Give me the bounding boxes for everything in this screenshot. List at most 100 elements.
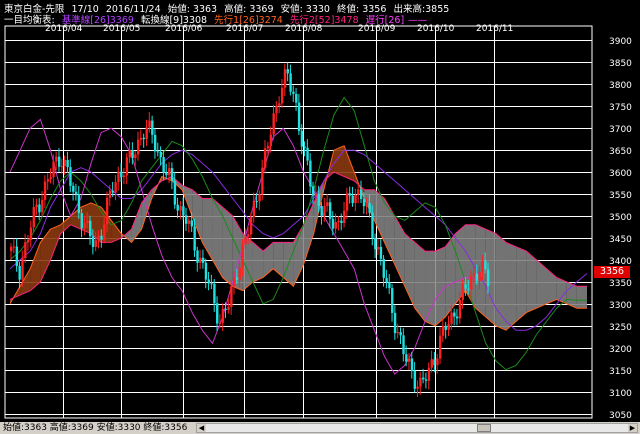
- y-tick-label: 3800: [609, 81, 632, 91]
- indicator-legend: 一目均衡表: 基準線[26]3369 転換線[9]3308 先行1[26]327…: [4, 12, 431, 26]
- candle-up: [105, 197, 109, 225]
- candle-up: [221, 308, 225, 323]
- candle-up: [252, 201, 256, 218]
- candle-up: [32, 207, 35, 228]
- candle-down: [165, 172, 168, 176]
- y-tick-label: 3150: [609, 367, 632, 377]
- candle-up: [266, 145, 270, 149]
- legend-senkou1: 先行1[26]3274: [214, 15, 283, 26]
- candle-down: [340, 220, 343, 224]
- candle-down: [255, 201, 258, 203]
- y-tick-label: 3600: [609, 169, 632, 179]
- candle-down: [111, 190, 115, 193]
- candle-down: [379, 246, 383, 259]
- candle-up: [134, 154, 137, 159]
- candle-down: [405, 354, 408, 362]
- candle-down: [484, 261, 487, 270]
- candle-up: [94, 240, 98, 247]
- candle-down: [487, 269, 490, 286]
- candle-up: [427, 367, 431, 381]
- candle-up: [232, 277, 236, 287]
- kumo-segment: [425, 251, 436, 326]
- candle-up: [247, 234, 250, 238]
- candle-up: [365, 203, 369, 207]
- candle-up: [376, 246, 380, 250]
- candle-up: [24, 242, 27, 259]
- candle-down: [286, 69, 290, 74]
- candle-up: [46, 179, 50, 182]
- candle-up: [52, 161, 55, 178]
- candle-up: [450, 312, 453, 324]
- candle-up: [137, 139, 140, 155]
- candle-down: [131, 150, 134, 159]
- candle-up: [55, 156, 58, 162]
- legend-label: 一目均衡表:: [4, 15, 55, 26]
- candle-down: [320, 205, 323, 216]
- candle-up: [187, 220, 191, 224]
- candle-down: [289, 73, 292, 92]
- candle-up: [258, 194, 261, 202]
- candle-up: [244, 237, 247, 245]
- y-tick-label: 3100: [609, 389, 632, 399]
- kumo-segment: [273, 242, 284, 278]
- candle-down: [162, 157, 165, 173]
- kumo-segment: [171, 176, 183, 190]
- candle-up: [238, 267, 242, 280]
- candle-up: [261, 167, 264, 195]
- candle-up: [125, 157, 129, 176]
- candle-down: [453, 312, 456, 317]
- candle-up: [269, 134, 273, 146]
- legend-chikou-line: ——: [408, 15, 428, 26]
- y-tick-label: 3700: [609, 125, 632, 135]
- candle-down: [303, 146, 306, 148]
- candle-up: [41, 199, 44, 213]
- kumo-segment: [516, 246, 527, 322]
- candle-down: [216, 303, 219, 324]
- candle-down: [309, 160, 312, 187]
- candle-up: [326, 202, 329, 206]
- candle-down: [295, 93, 298, 103]
- candle-down: [18, 266, 21, 280]
- kumo-segment: [40, 229, 51, 282]
- y-tick-label: 3050: [609, 411, 632, 421]
- ichimoku-chart[interactable]: 3050310031503200325033003350340034503500…: [0, 0, 640, 422]
- candle-down: [201, 257, 205, 263]
- candle-down: [213, 283, 216, 304]
- candle-up: [114, 182, 117, 193]
- y-tick-label: 3650: [609, 147, 632, 157]
- candle-up: [419, 377, 422, 387]
- candle-down: [204, 262, 208, 280]
- candle-down: [210, 283, 213, 285]
- candle-down: [312, 186, 315, 196]
- y-tick-label: 3850: [609, 59, 632, 69]
- candle-up: [230, 286, 233, 307]
- candle-up: [407, 358, 411, 362]
- candle-down: [317, 193, 321, 206]
- y-tick-label: 3500: [609, 213, 632, 223]
- candle-up: [441, 325, 445, 336]
- horizontal-scrollbar[interactable]: ◀ ▶: [196, 423, 638, 433]
- candle-up: [122, 175, 126, 178]
- candle-up: [86, 220, 89, 224]
- candle-up: [472, 273, 476, 276]
- candle-down: [142, 137, 146, 140]
- candle-up: [334, 222, 337, 229]
- scroll-right-button[interactable]: ▶: [628, 424, 637, 432]
- candle-up: [343, 210, 346, 224]
- y-tick-label: 3750: [609, 103, 632, 113]
- candle-up: [278, 103, 281, 106]
- candle-down: [297, 102, 301, 131]
- candle-up: [280, 87, 284, 104]
- scroll-thumb[interactable]: [477, 424, 491, 432]
- candle-down: [385, 277, 388, 283]
- candle-down: [173, 180, 177, 205]
- candle-up: [10, 246, 13, 252]
- candle-down: [80, 213, 83, 229]
- candle-up: [439, 335, 442, 359]
- candle-down: [359, 189, 363, 200]
- y-tick-label: 3350: [609, 279, 632, 289]
- kumo-segment: [212, 198, 223, 278]
- candle-up: [283, 69, 287, 88]
- kumo-segment: [506, 242, 517, 331]
- scroll-left-button[interactable]: ◀: [197, 424, 206, 432]
